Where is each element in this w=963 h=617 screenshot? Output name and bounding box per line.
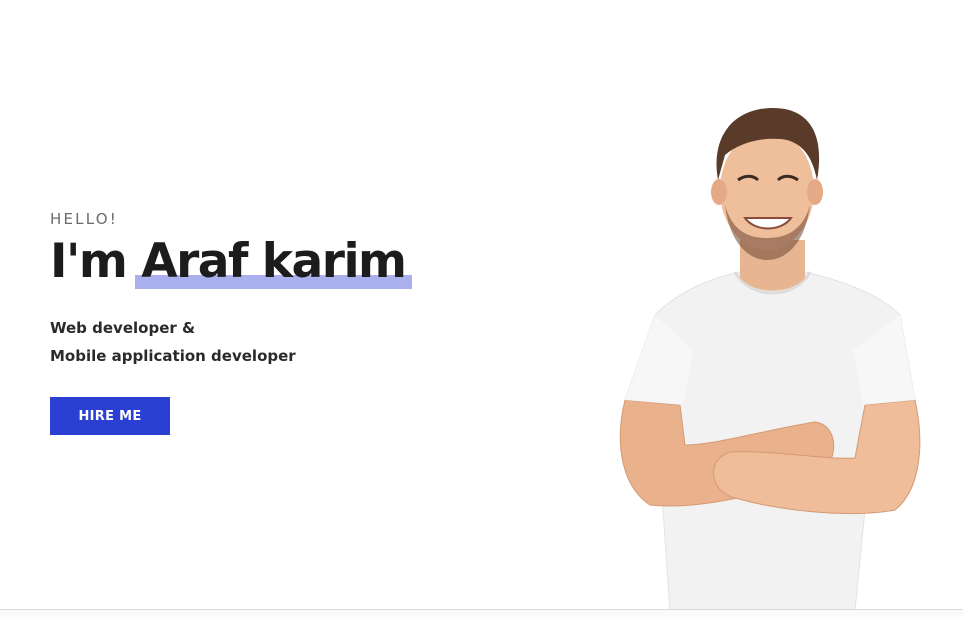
greeting-text: HELLO! [50, 210, 118, 228]
roles-list: Web developer & Mobile application devel… [50, 314, 470, 370]
next-section-edge [0, 610, 963, 617]
role-line: Web developer & [50, 319, 196, 337]
hire-me-button[interactable]: HIRE ME [50, 397, 170, 435]
role-line: Mobile application developer [50, 347, 296, 365]
hero-text-block: HELLO! I'm Araf karim Web developer & Mo… [50, 210, 470, 435]
headline-name: Araf karim [135, 232, 412, 292]
hero-section: HELLO! I'm Araf karim Web developer & Mo… [0, 0, 963, 617]
headline-prefix: I'm [50, 234, 142, 289]
portrait-image [619, 108, 921, 610]
hero-headline: I'm Araf karim [50, 232, 470, 292]
